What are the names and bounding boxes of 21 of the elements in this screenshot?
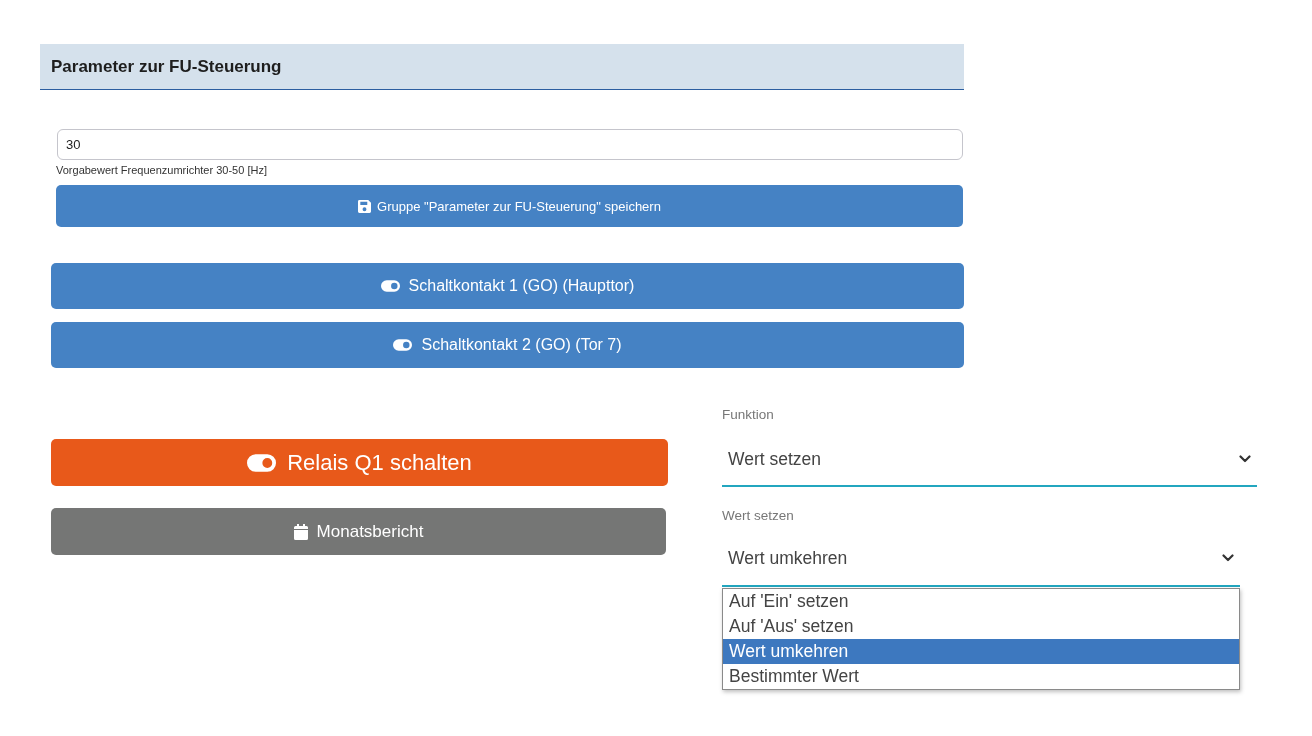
chevron-down-icon xyxy=(1239,455,1251,463)
help-text: Vorgabewert Frequenzumrichter 30-50 [Hz] xyxy=(56,163,268,177)
field-label: Funktion xyxy=(722,407,775,423)
chevron-down-icon xyxy=(1222,554,1234,562)
dropdown-option[interactable]: Wert umkehren xyxy=(723,639,1239,664)
calendar-icon xyxy=(293,523,308,540)
dropdown-option[interactable]: Auf 'Aus' setzen xyxy=(723,614,1239,639)
save-button[interactable]: Gruppe "Parameter zur FU-Steuerung" speichern xyxy=(56,185,963,227)
toggle-icon xyxy=(380,280,400,292)
field-label: Wert setzen xyxy=(722,508,795,524)
panel-title: Parameter zur FU-Steuerung xyxy=(51,56,282,77)
dropdown-option[interactable]: Auf 'Ein' setzen xyxy=(723,589,1239,614)
dropdown-option[interactable]: Bestimmter Wert xyxy=(723,664,1239,689)
value-field[interactable]: 30 xyxy=(57,129,963,160)
relay-button[interactable]: Relais Q1 schalten xyxy=(51,439,668,486)
toggle-icon xyxy=(393,339,413,351)
toggle-icon xyxy=(247,453,277,472)
report-button[interactable]: Monatsbericht xyxy=(51,508,666,555)
contact-button[interactable]: Schaltkontakt 1 (GO) (Haupttor) xyxy=(51,263,964,309)
contact-button[interactable]: Schaltkontakt 2 (GO) (Tor 7) xyxy=(51,322,964,368)
function-select[interactable]: Wert setzen xyxy=(722,423,1257,487)
